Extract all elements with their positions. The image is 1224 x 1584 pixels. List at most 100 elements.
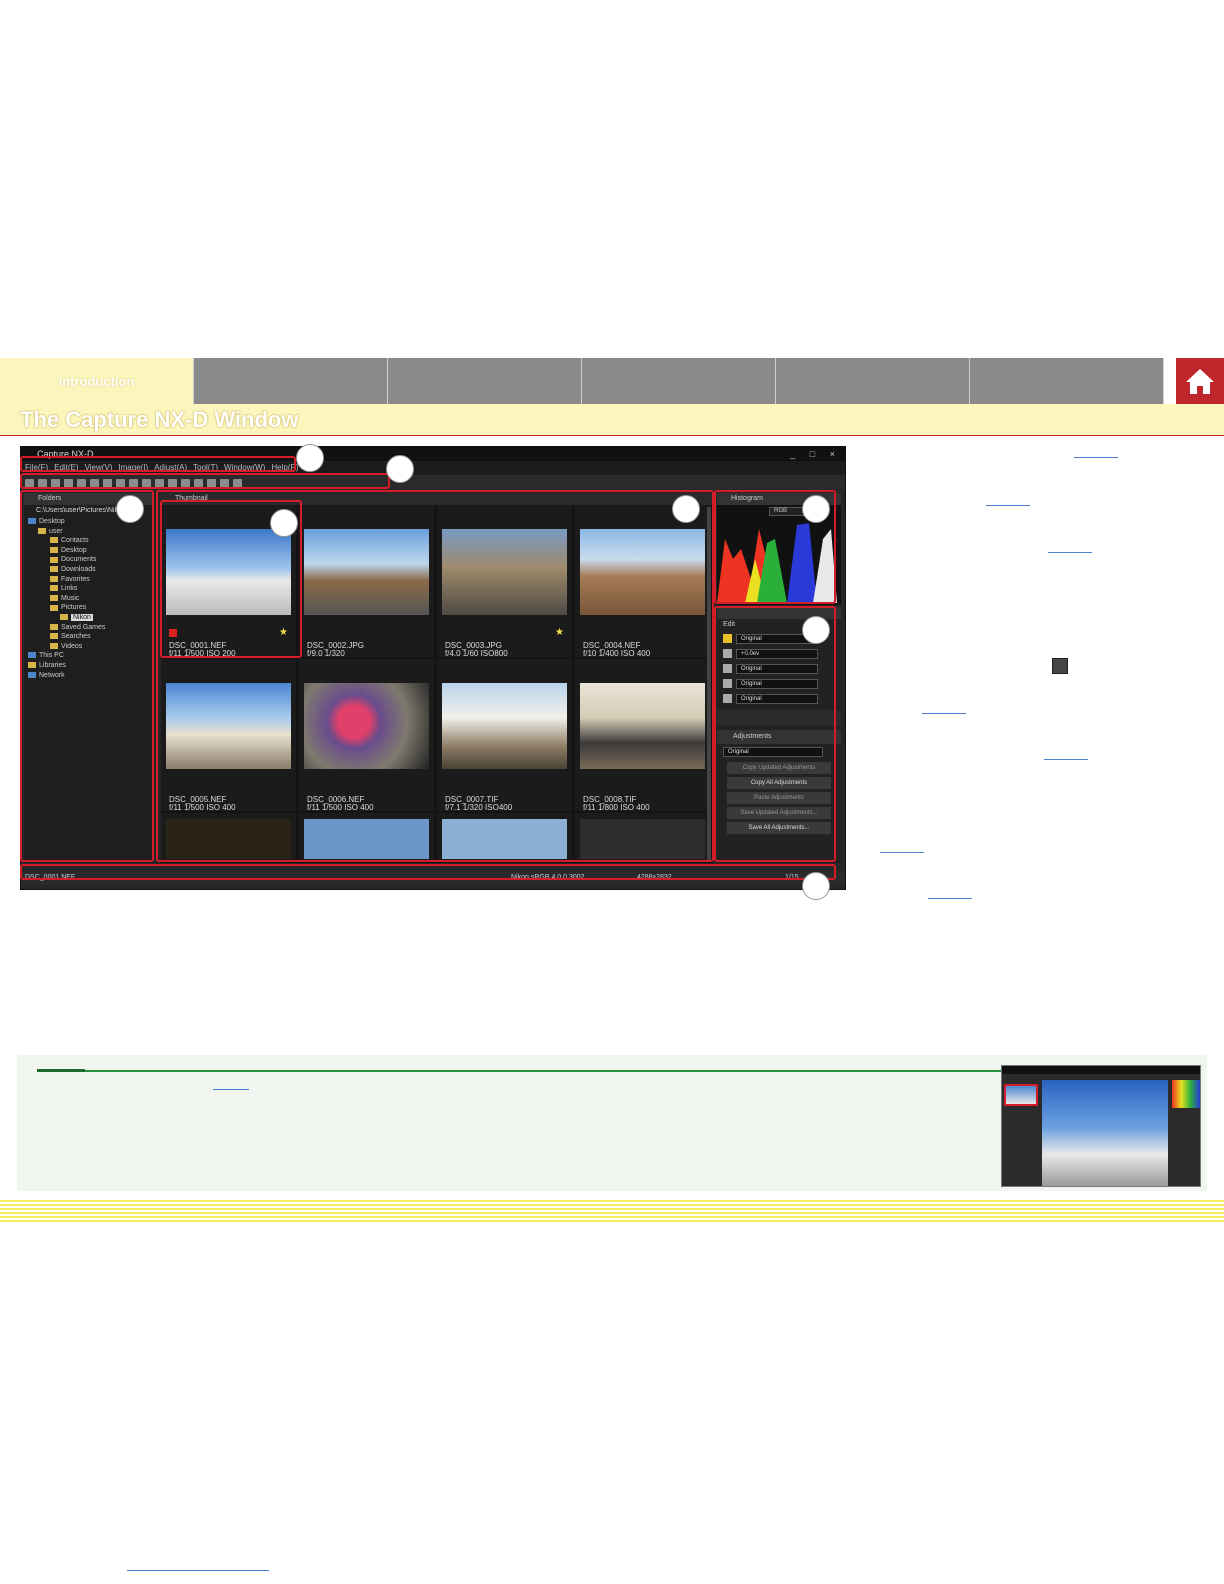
tab-introduction[interactable]: Introduction (0, 358, 194, 404)
menu-adjust[interactable]: Adjust(A) (154, 461, 187, 475)
tab-5[interactable] (776, 358, 970, 404)
tree-item[interactable]: Links (28, 584, 154, 594)
edit-dropdown[interactable]: Original (736, 678, 818, 689)
thumbnail-cell[interactable] (299, 813, 434, 861)
folder-icon (50, 546, 58, 553)
menu-image[interactable]: Image(I) (118, 461, 148, 475)
home-button[interactable] (1176, 358, 1224, 404)
edit-dropdown[interactable]: Original (736, 693, 818, 704)
menu-window[interactable]: Window(W) (224, 461, 265, 475)
folder-icon (28, 662, 36, 669)
page-link[interactable] (986, 504, 1030, 506)
callout-marker (116, 495, 144, 523)
thumbnail-cell[interactable] (575, 813, 710, 861)
page-link[interactable] (928, 897, 972, 899)
callout-marker (802, 616, 830, 644)
globe-icon[interactable] (181, 478, 190, 488)
menu-file[interactable]: File(F) (25, 461, 48, 475)
save-updated-adjustments-button[interactable]: Save Updated Adjustments... (727, 807, 831, 819)
tab-3[interactable] (388, 358, 582, 404)
thumbnail-cell[interactable]: DSC_0005.NEF f/11 1/500 ISO 400 (161, 659, 296, 812)
home-icon (1186, 369, 1214, 394)
thumbnail-cell[interactable]: DSC_0006.NEF f/11 1/500 ISO 400 (299, 659, 434, 812)
folder-icon[interactable] (64, 478, 73, 488)
folder-icon (38, 527, 46, 534)
thumbnail-cell[interactable] (437, 813, 572, 861)
tree-item[interactable]: Desktop (28, 546, 154, 556)
top-nav: Introduction (0, 358, 1224, 404)
adjustments-dropdown[interactable]: Original (723, 746, 823, 757)
menu-view[interactable]: View(V) (85, 461, 113, 475)
toolbar (21, 475, 845, 491)
page-link[interactable] (880, 851, 924, 853)
edit-tool-row[interactable] (717, 710, 841, 726)
tree-item[interactable]: Favorites (28, 575, 154, 585)
compare-icon[interactable] (129, 478, 138, 488)
footer-link[interactable] (127, 1570, 269, 1571)
window-controls[interactable]: _ □ × (790, 447, 841, 461)
grid-icon[interactable] (77, 478, 86, 488)
convert-icon[interactable] (194, 478, 203, 488)
tab-4[interactable] (582, 358, 776, 404)
page-link[interactable] (1074, 456, 1118, 458)
tree-item[interactable]: Libraries (28, 661, 154, 671)
save-all-adjustments-button[interactable]: Save All Adjustments... (727, 822, 831, 834)
toolbar-icon[interactable] (25, 478, 34, 488)
rotate-icon[interactable] (142, 478, 151, 488)
back-icon[interactable] (38, 478, 47, 488)
folder-icon (50, 633, 58, 640)
tab-2[interactable] (194, 358, 388, 404)
tree-item[interactable]: Saved Games (28, 623, 154, 633)
crop-icon[interactable] (155, 478, 164, 488)
tip-link[interactable] (213, 1089, 249, 1090)
edit-row: Original (717, 661, 841, 676)
menu-help[interactable]: Help(P) (271, 461, 298, 475)
paste-adjustments-button[interactable]: Paste Adjustments (727, 792, 831, 804)
thumbnail-cell[interactable]: DSC_0004.NEF f/10 1/400 ISO 400 (575, 505, 710, 658)
page-link[interactable] (922, 712, 966, 714)
menu-tool[interactable]: Tool(T) (193, 461, 218, 475)
tip-histogram (1172, 1080, 1200, 1108)
brush-icon[interactable] (168, 478, 177, 488)
tree-item[interactable]: user (28, 527, 154, 537)
tree-item[interactable]: Downloads (28, 565, 154, 575)
tree-item[interactable]: Music (28, 594, 154, 604)
tree-item[interactable]: Contacts (28, 536, 154, 546)
folder-icon (50, 537, 58, 544)
tree-item[interactable]: This PC (28, 651, 154, 661)
fullscreen-icon[interactable] (116, 478, 125, 488)
page-link[interactable] (1048, 551, 1092, 553)
tree-item[interactable]: Network (28, 671, 154, 681)
thumbnail-cell[interactable]: DSC_0007.TIF f/7.1 1/320 ISO400 (437, 659, 572, 812)
edit-dropdown[interactable]: +0.0ev (736, 648, 818, 659)
slideshow-icon[interactable] (207, 478, 216, 488)
tree-item[interactable]: Pictures (28, 603, 154, 613)
adjustments-row: Original (717, 744, 841, 759)
thumbnail-cell[interactable]: DSC_0002.JPG f/9.0 1/320 (299, 505, 434, 658)
filter-icon[interactable] (233, 478, 242, 488)
tab-6[interactable] (970, 358, 1164, 404)
copy-all-adjustments-button[interactable]: Copy All Adjustments (727, 777, 831, 789)
tree-item-selected[interactable]: Nikon (28, 613, 154, 623)
shooting-info: f/10 1/400 ISO 400 (583, 649, 651, 658)
thumbnail-cell[interactable]: ★ DSC_0003.JPG f/4.0 1/60 ISO800 (437, 505, 572, 658)
page: Introduction The Capture NX-D Window Cap… (0, 0, 1224, 1584)
thumbnail-cell[interactable] (161, 813, 296, 861)
tip-screenshot (1001, 1065, 1201, 1187)
tree-item[interactable]: Documents (28, 555, 154, 565)
edit-row: Original (717, 676, 841, 691)
star-icon[interactable] (220, 478, 229, 488)
menu-edit[interactable]: Edit(E) (54, 461, 78, 475)
thumbnail-scrollbar[interactable] (707, 507, 711, 861)
filmstrip-icon[interactable] (90, 478, 99, 488)
channel-select[interactable]: RGB (769, 507, 805, 516)
thumbnail-cell[interactable]: DSC_0008.TIF f/11 1/800 ISO 400 (575, 659, 710, 812)
copy-updated-adjustments-button[interactable]: Copy Updated Adjustments (727, 762, 831, 774)
edit-dropdown[interactable]: Original (736, 663, 818, 674)
tree-item[interactable]: Videos (28, 642, 154, 652)
single-view-icon[interactable] (103, 478, 112, 488)
tree-item[interactable]: Searches (28, 632, 154, 642)
thumbnail-tab[interactable]: Thumbnail (161, 493, 713, 505)
forward-icon[interactable] (51, 478, 60, 488)
page-link[interactable] (1044, 758, 1088, 760)
